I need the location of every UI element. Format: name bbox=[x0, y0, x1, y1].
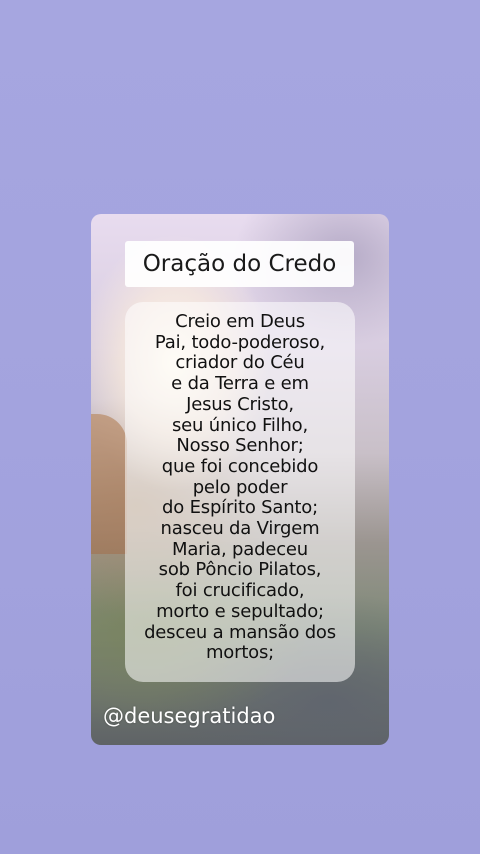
prayer-line: foi crucificado, bbox=[175, 580, 305, 602]
prayer-line: Maria, padeceu bbox=[172, 538, 308, 560]
prayer-line: sob Pôncio Pilatos, bbox=[158, 559, 322, 581]
prayer-line: e da Terra e em bbox=[171, 373, 309, 395]
prayer-line: nasceu da Virgem bbox=[160, 518, 320, 540]
prayer-line: mortos; bbox=[205, 642, 275, 664]
jesus-figure-image bbox=[91, 414, 127, 554]
prayer-line: seu único Filho, bbox=[171, 414, 309, 436]
prayer-line: desceu a mansão dos bbox=[144, 621, 336, 643]
prayer-text-box: Creio em Deus Pai, todo-poderoso, criado… bbox=[125, 302, 355, 682]
title-box: Oração do Credo bbox=[125, 241, 354, 287]
author-handle: @deusegratidao bbox=[103, 704, 276, 728]
prayer-line: Pai, todo-poderoso, bbox=[154, 331, 326, 353]
page-title: Oração do Credo bbox=[142, 251, 337, 277]
prayer-line: pelo poder bbox=[192, 476, 288, 498]
prayer-card: Oração do Credo Creio em Deus Pai, todo-… bbox=[91, 214, 389, 745]
prayer-line: criador do Céu bbox=[175, 352, 305, 374]
prayer-line: Jesus Cristo, bbox=[186, 393, 294, 415]
prayer-line: Creio em Deus bbox=[175, 311, 305, 332]
prayer-line: Nosso Senhor; bbox=[176, 435, 304, 457]
prayer-line: morto e sepultado; bbox=[156, 600, 324, 622]
prayer-line: do Espírito Santo; bbox=[162, 497, 318, 519]
prayer-line: que foi concebido bbox=[161, 455, 319, 477]
